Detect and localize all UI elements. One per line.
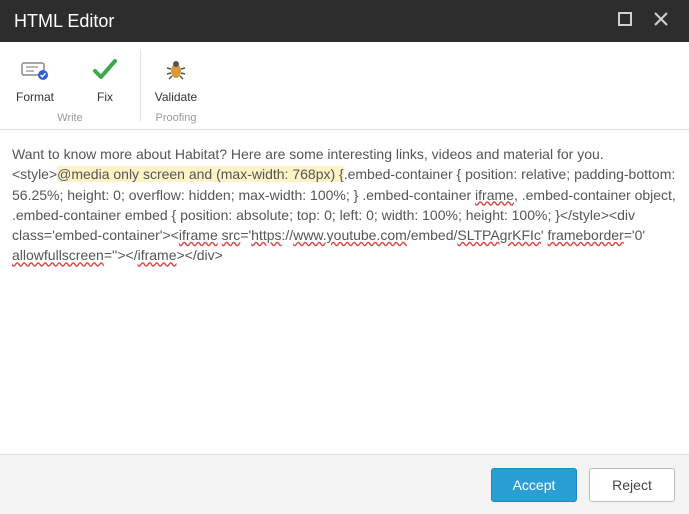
group-write-label: Write xyxy=(0,109,140,129)
toolbar: Format Fix Write Validate xyxy=(0,42,689,130)
titlebar: HTML Editor xyxy=(0,0,689,42)
close-button[interactable] xyxy=(647,7,675,35)
window-title: HTML Editor xyxy=(14,11,603,32)
close-icon xyxy=(652,10,670,33)
toolbar-group-proofing: Validate Proofing xyxy=(141,42,211,129)
bug-icon xyxy=(164,56,188,84)
highlighted-media-query: @media only screen and (max-width: 768px… xyxy=(57,166,344,182)
toolbar-group-write: Format Fix Write xyxy=(0,42,140,129)
fix-label: Fix xyxy=(97,90,113,104)
reject-button[interactable]: Reject xyxy=(589,468,675,502)
format-button[interactable]: Format xyxy=(0,42,70,109)
validate-label: Validate xyxy=(155,90,197,104)
footer: Accept Reject xyxy=(0,454,689,514)
html-editor-window: HTML Editor Format xyxy=(0,0,689,514)
group-proofing-label: Proofing xyxy=(141,109,211,129)
format-icon xyxy=(20,56,50,84)
validate-button[interactable]: Validate xyxy=(141,42,211,109)
maximize-icon xyxy=(617,11,633,32)
maximize-button[interactable] xyxy=(611,7,639,35)
accept-button[interactable]: Accept xyxy=(491,468,577,502)
checkmark-icon xyxy=(92,56,118,84)
editor-textarea[interactable]: Want to know more about Habitat? Here ar… xyxy=(0,130,689,454)
fix-button[interactable]: Fix xyxy=(70,42,140,109)
format-label: Format xyxy=(16,90,54,104)
